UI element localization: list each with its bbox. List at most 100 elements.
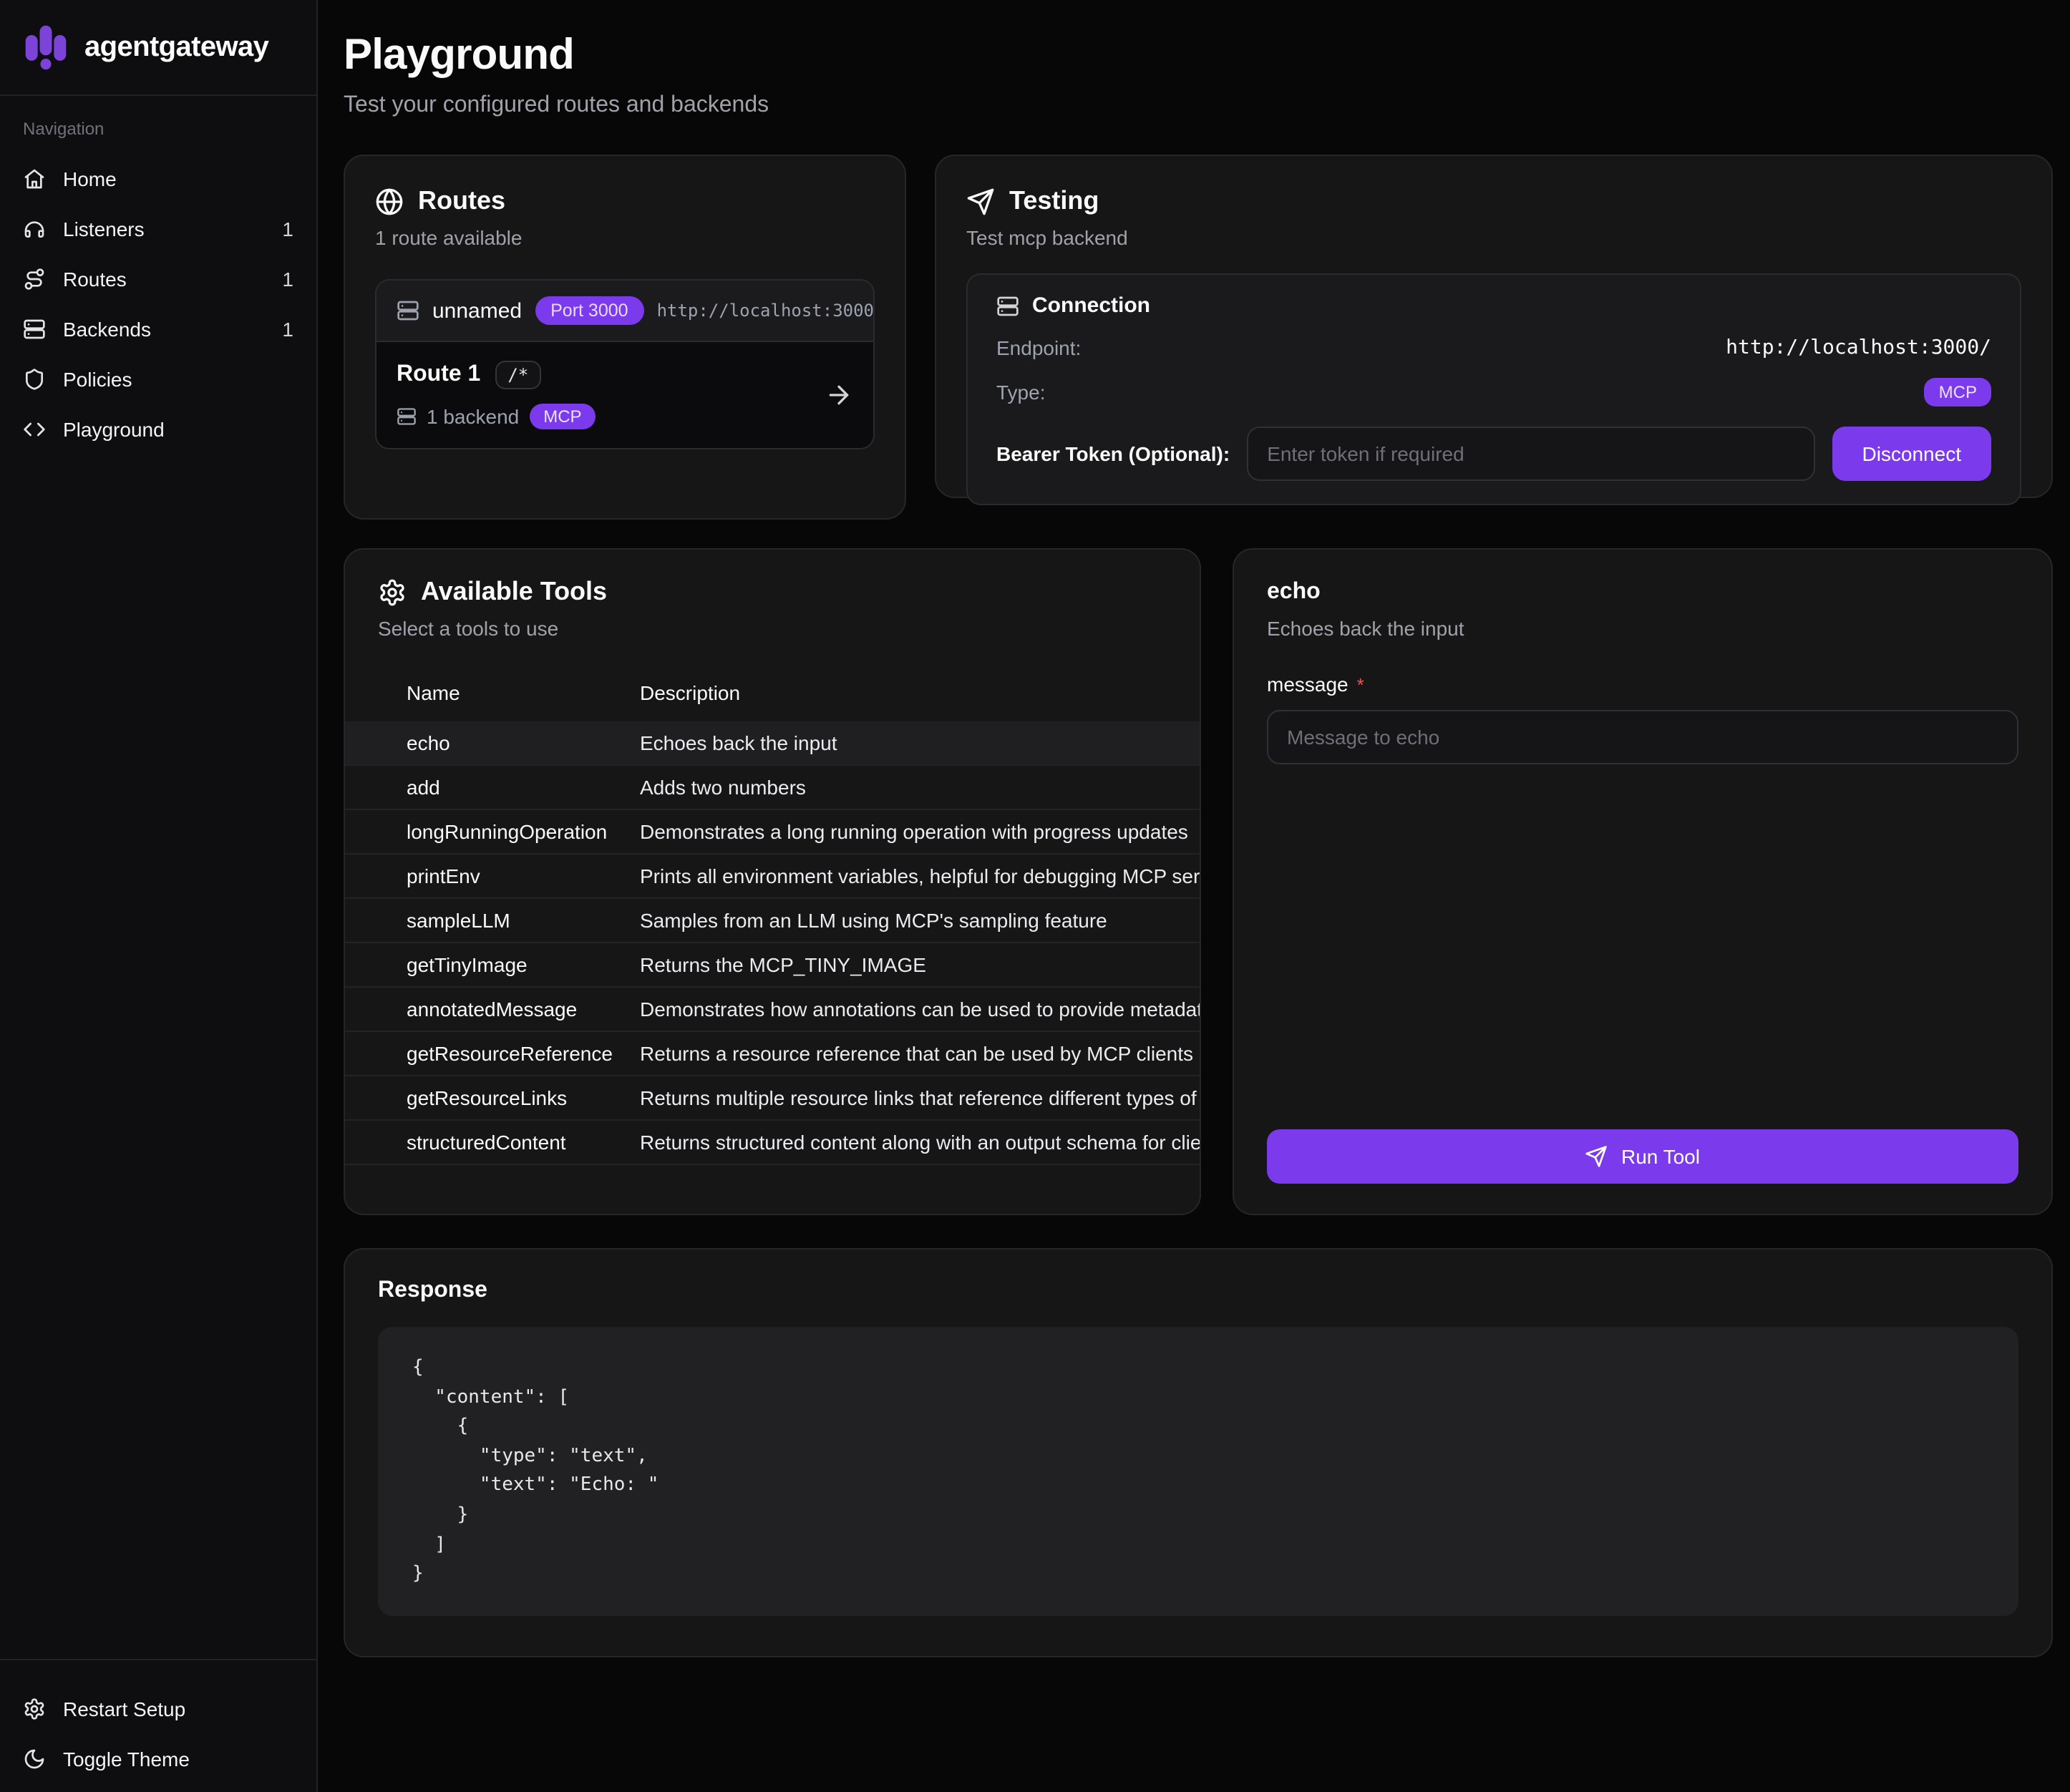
response-title: Response — [378, 1278, 2018, 1304]
tool-run-panel: echo Echoes back the input message * Run… — [1233, 548, 2053, 1215]
tool-name: getTinyImage — [345, 943, 617, 986]
tool-row[interactable]: sampleLLM Samples from an LLM using MCP'… — [345, 899, 1200, 943]
tools-table: Name Description echo Echoes back the in… — [345, 664, 1200, 1165]
tool-row[interactable]: echo Echoes back the input — [345, 721, 1200, 766]
tool-description: Returns structured content along with an… — [617, 1121, 1200, 1164]
sidebar-nav-item[interactable]: Home — [0, 153, 316, 203]
tool-name: getResourceReference — [345, 1032, 617, 1075]
listener-url: http://localhost:3000/ — [657, 301, 875, 321]
bearer-token-label: Bearer Token (Optional): — [996, 442, 1230, 465]
globe-icon — [375, 187, 404, 215]
nav-item-count: 1 — [282, 317, 293, 340]
testing-card: Testing Test mcp backend Connection Endp… — [935, 155, 2053, 498]
tools-card-title: Available Tools — [421, 577, 607, 607]
tools-card-subtitle: Select a tools to use — [378, 617, 1167, 640]
sidebar-nav-item[interactable]: Playground — [0, 404, 316, 454]
nav-item-label: Playground — [63, 417, 276, 440]
send-icon — [1585, 1145, 1608, 1168]
code-icon — [23, 417, 46, 440]
nav-item-count: 1 — [282, 217, 293, 240]
message-field-label: message — [1267, 673, 1349, 696]
response-json: { "content": [ { "type": "text", "text":… — [412, 1354, 1984, 1590]
tool-description: Samples from an LLM using MCP's sampling… — [617, 899, 1200, 942]
moon-icon — [23, 1747, 46, 1770]
routes-card-subtitle: 1 route available — [375, 226, 875, 249]
server-icon — [996, 294, 1019, 317]
tool-description: Adds two numbers — [617, 766, 1200, 809]
route-icon — [23, 267, 46, 290]
connection-box: Connection Endpoint: http://localhost:30… — [966, 273, 2021, 505]
nav-item-label: Routes — [63, 267, 265, 290]
tool-row[interactable]: getTinyImage Returns the MCP_TINY_IMAGE — [345, 943, 1200, 988]
tool-row[interactable]: annotatedMessage Demonstrates how annota… — [345, 988, 1200, 1032]
tool-description: Demonstrates a long running operation wi… — [617, 810, 1200, 853]
tool-row[interactable]: add Adds two numbers — [345, 766, 1200, 810]
shield-icon — [23, 367, 46, 390]
tool-row[interactable]: structuredContent Returns structured con… — [345, 1121, 1200, 1165]
gear-icon — [23, 1697, 46, 1720]
testing-card-subtitle: Test mcp backend — [966, 226, 2021, 249]
sidebar-nav-item[interactable]: Listeners 1 — [0, 203, 316, 253]
tool-name: add — [345, 766, 617, 809]
tool-description: Returns a resource reference that can be… — [617, 1032, 1200, 1075]
page-subtitle: Test your configured routes and backends — [344, 93, 2053, 119]
nav-section-label: Navigation — [23, 119, 293, 139]
type-badge: MCP — [1925, 378, 1991, 406]
tool-description: Returns multiple resource links that ref… — [617, 1076, 1200, 1119]
run-tool-label: Run Tool — [1621, 1145, 1700, 1168]
run-tool-button[interactable]: Run Tool — [1267, 1129, 2018, 1184]
gear-icon — [378, 578, 407, 606]
arrow-right-icon[interactable] — [825, 381, 853, 409]
home-icon — [23, 167, 46, 190]
tool-name: annotatedMessage — [345, 988, 617, 1031]
response-code-block: { "content": [ { "type": "text", "text":… — [378, 1327, 2018, 1616]
brand: agentgateway — [0, 0, 316, 96]
tool-row[interactable]: getResourceLinks Returns multiple resour… — [345, 1076, 1200, 1121]
routes-card-title: Routes — [418, 186, 505, 216]
tool-row[interactable]: longRunningOperation Demonstrates a long… — [345, 810, 1200, 854]
column-header-name: Name — [345, 664, 617, 721]
nav-list: Home Listeners 1 Routes 1 Backe — [0, 153, 316, 454]
route-backend-count: 1 backend — [427, 405, 519, 428]
column-header-description: Description — [617, 664, 1200, 721]
sidebar: agentgateway Navigation Home Listeners 1 — [0, 0, 318, 1792]
send-icon — [966, 187, 995, 215]
tool-name: structuredContent — [345, 1121, 617, 1164]
sidebar-footer-item[interactable]: Toggle Theme — [0, 1733, 316, 1783]
nav-item-label: Policies — [63, 367, 276, 390]
sidebar-nav-item[interactable]: Backends 1 — [0, 303, 316, 354]
main-content: Playground Test your configured routes a… — [318, 0, 2070, 1792]
sidebar-nav-item[interactable]: Policies — [0, 354, 316, 404]
tool-panel-subtitle: Echoes back the input — [1267, 617, 2018, 640]
response-card: Response { "content": [ { "type": "text"… — [344, 1248, 2053, 1657]
tool-name: longRunningOperation — [345, 810, 617, 853]
sidebar-footer: Restart Setup Toggle Theme — [0, 1659, 316, 1792]
server-icon — [397, 406, 417, 427]
routes-card: Routes 1 route available unnamed Port 30… — [344, 155, 906, 520]
sidebar-nav-item[interactable]: Routes 1 — [0, 253, 316, 303]
app-root: agentgateway Navigation Home Listeners 1 — [0, 0, 2070, 1792]
route-type-badge: MCP — [529, 404, 596, 429]
tool-description: Echoes back the input — [617, 721, 1200, 764]
tools-table-header: Name Description — [345, 664, 1200, 721]
disconnect-button[interactable]: Disconnect — [1832, 427, 1991, 481]
nav-item-count: 1 — [282, 267, 293, 290]
bearer-token-input[interactable] — [1247, 427, 1814, 481]
type-label: Type: — [996, 381, 1046, 404]
endpoint-label: Endpoint: — [996, 336, 1081, 359]
brand-name: agentgateway — [84, 31, 268, 64]
agentgateway-logo-icon — [21, 23, 70, 72]
endpoint-value: http://localhost:3000/ — [1726, 336, 1991, 359]
route-row[interactable]: Route 1 /* 1 backend MCP — [376, 342, 873, 448]
sidebar-footer-item[interactable]: Restart Setup — [0, 1683, 316, 1733]
server-icon — [23, 317, 46, 340]
tool-row[interactable]: printEnv Prints all environment variable… — [345, 854, 1200, 899]
route-path-badge: /* — [495, 361, 541, 389]
required-marker: * — [1357, 674, 1364, 696]
message-input[interactable] — [1267, 710, 2018, 764]
sidebar-spacer — [0, 454, 316, 1659]
listener-box: unnamed Port 3000 http://localhost:3000/… — [375, 279, 875, 449]
nav-item-label: Home — [63, 167, 276, 190]
tool-row[interactable]: getResourceReference Returns a resource … — [345, 1032, 1200, 1076]
listener-header: unnamed Port 3000 http://localhost:3000/ — [376, 281, 873, 342]
